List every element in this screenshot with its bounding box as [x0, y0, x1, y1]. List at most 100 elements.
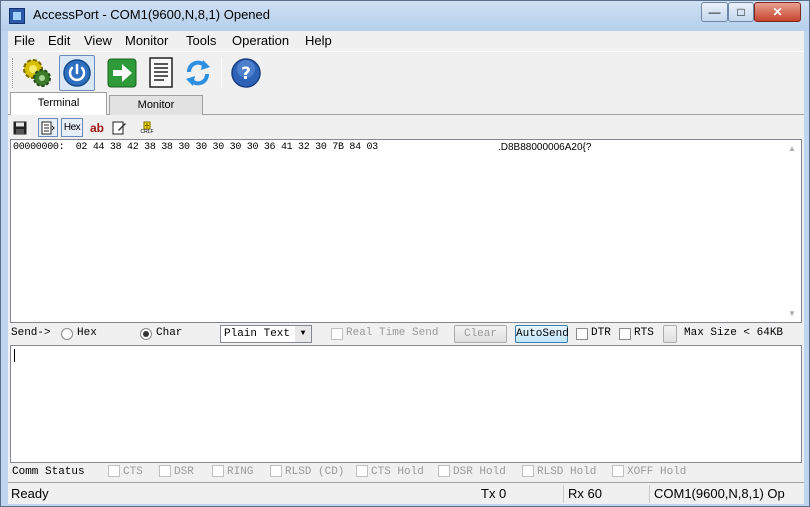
tab-terminal[interactable]: Terminal [10, 92, 107, 115]
dtr-checkbox[interactable] [576, 328, 588, 340]
scroll-up-icon[interactable]: ▲ [788, 144, 796, 153]
view-mode-button[interactable] [38, 118, 58, 137]
send-options-bar: Send-> Hex Char Plain Text ▼ Real Time S… [8, 323, 804, 345]
maximize-icon: □ [737, 5, 745, 19]
close-button[interactable]: ✕ [754, 2, 801, 22]
text-caret [14, 349, 15, 362]
dsr-hold-indicator [438, 465, 450, 477]
menu-monitor[interactable]: Monitor [125, 33, 168, 48]
cts-hold-indicator [356, 465, 368, 477]
realtime-send-label: Real Time Send [346, 327, 439, 339]
status-tx: Tx 0 [481, 486, 507, 501]
main-toolbar: ? [8, 51, 804, 93]
hex-radio-label: Hex [77, 327, 97, 339]
app-icon [9, 8, 25, 24]
dsr-label: DSR [174, 466, 194, 478]
receive-scrollbar[interactable]: ▲ ▼ [784, 140, 801, 322]
menu-operation[interactable]: Operation [232, 33, 289, 48]
floppy-disk-icon [13, 121, 27, 134]
chevron-down-icon[interactable]: ▼ [295, 326, 311, 342]
menu-edit[interactable]: Edit [48, 33, 70, 48]
rlsd-hold-label: RLSD Hold [537, 466, 597, 478]
send-label: Send-> [11, 327, 51, 339]
power-icon [63, 59, 91, 87]
status-bar: Ready Tx 0 Rx 60 COM1(9600,N,8,1) Op [8, 482, 804, 504]
dtr-label: DTR [591, 327, 611, 339]
rlsd-label: RLSD (CD) [285, 466, 345, 478]
terminal-toolbar: Hex ab CRLF [8, 115, 804, 139]
title-bar[interactable]: AccessPort - COM1(9600,N,8,1) Opened — □… [1, 1, 809, 31]
crlf-label: CRLF [140, 128, 154, 135]
cts-indicator [108, 465, 120, 477]
refresh-button[interactable] [180, 55, 216, 91]
xoff-hold-indicator [612, 465, 624, 477]
hex-display-button[interactable]: Hex [61, 118, 83, 137]
status-rx: Rx 60 [563, 485, 602, 503]
receive-offset: 00000000: [13, 142, 65, 153]
save-button[interactable] [10, 118, 30, 137]
dsr-indicator [159, 465, 171, 477]
rts-label: RTS [634, 327, 654, 339]
send-now-button[interactable] [663, 325, 677, 343]
receive-line: 00000000: 02 44 38 42 38 38 30 30 30 30 … [13, 142, 378, 153]
scroll-down-icon[interactable]: ▼ [788, 309, 796, 318]
receive-area[interactable]: 00000000: 02 44 38 42 38 38 30 30 30 30 … [10, 139, 802, 323]
cts-hold-label: CTS Hold [371, 466, 424, 478]
settings-button[interactable] [18, 55, 54, 91]
char-radio[interactable] [140, 328, 152, 340]
tab-monitor[interactable]: Monitor [109, 95, 203, 115]
comm-status-bar: Comm Status CTS DSR RING RLSD (CD) CTS H… [8, 463, 804, 481]
status-ready: Ready [11, 486, 49, 501]
receive-hex: 02 44 38 42 38 38 30 30 30 30 30 36 41 3… [75, 142, 378, 153]
help-button[interactable]: ? [228, 55, 264, 91]
app-window: AccessPort - COM1(9600,N,8,1) Opened — □… [0, 0, 810, 507]
minimize-icon: — [708, 5, 721, 19]
ab-text-button[interactable]: ab [86, 118, 108, 137]
format-select[interactable]: Plain Text ▼ [220, 325, 312, 343]
tab-strip: Terminal Monitor [8, 92, 804, 115]
minimize-button[interactable]: — [701, 2, 728, 22]
close-icon: ✕ [772, 5, 783, 19]
maximize-button[interactable]: □ [728, 2, 754, 22]
status-port: COM1(9600,N,8,1) Op [649, 485, 804, 503]
edit-pencil-icon [112, 121, 126, 135]
menu-tools[interactable]: Tools [186, 33, 216, 48]
client-area: File Edit View Monitor Tools Operation H… [8, 31, 804, 504]
cts-label: CTS [123, 466, 143, 478]
crlf-button[interactable]: CRLF [135, 118, 159, 137]
max-size-label: Max Size < 64KB [684, 327, 784, 339]
menu-help[interactable]: Help [305, 33, 332, 48]
ring-label: RING [227, 466, 254, 478]
menu-file[interactable]: File [14, 33, 35, 48]
document-icon [149, 57, 173, 88]
hex-view-icon [41, 121, 55, 134]
clear-button[interactable]: Clear [454, 325, 507, 343]
ring-indicator [212, 465, 224, 477]
char-radio-label: Char [156, 327, 183, 339]
hex-radio[interactable] [61, 328, 73, 340]
receive-ascii: .D8B88000006A20{? [498, 142, 592, 153]
svg-text:?: ? [241, 64, 251, 84]
menu-view[interactable]: View [84, 33, 112, 48]
window-title: AccessPort - COM1(9600,N,8,1) Opened [33, 7, 270, 22]
comm-status-label: Comm Status [12, 466, 85, 478]
send-button[interactable] [104, 55, 140, 91]
toolbar-separator [221, 58, 222, 88]
arrow-right-icon [107, 58, 137, 88]
xoff-hold-label: XOFF Hold [627, 466, 687, 478]
refresh-icon [186, 60, 210, 86]
menu-bar: File Edit View Monitor Tools Operation H… [8, 31, 804, 51]
document-button[interactable] [144, 55, 180, 91]
open-close-port-button[interactable] [59, 55, 95, 91]
format-select-value: Plain Text [224, 328, 291, 340]
help-icon: ? [231, 58, 261, 88]
dsr-hold-label: DSR Hold [453, 466, 506, 478]
rts-checkbox[interactable] [619, 328, 631, 340]
send-text-area[interactable] [10, 345, 802, 463]
realtime-send-checkbox[interactable] [331, 328, 343, 340]
autosend-button[interactable]: AutoSend [515, 325, 569, 343]
toolbar-grip[interactable] [12, 58, 15, 88]
settings-gear-icon [23, 59, 51, 87]
edit-button[interactable] [109, 118, 129, 137]
rlsd-indicator [270, 465, 282, 477]
